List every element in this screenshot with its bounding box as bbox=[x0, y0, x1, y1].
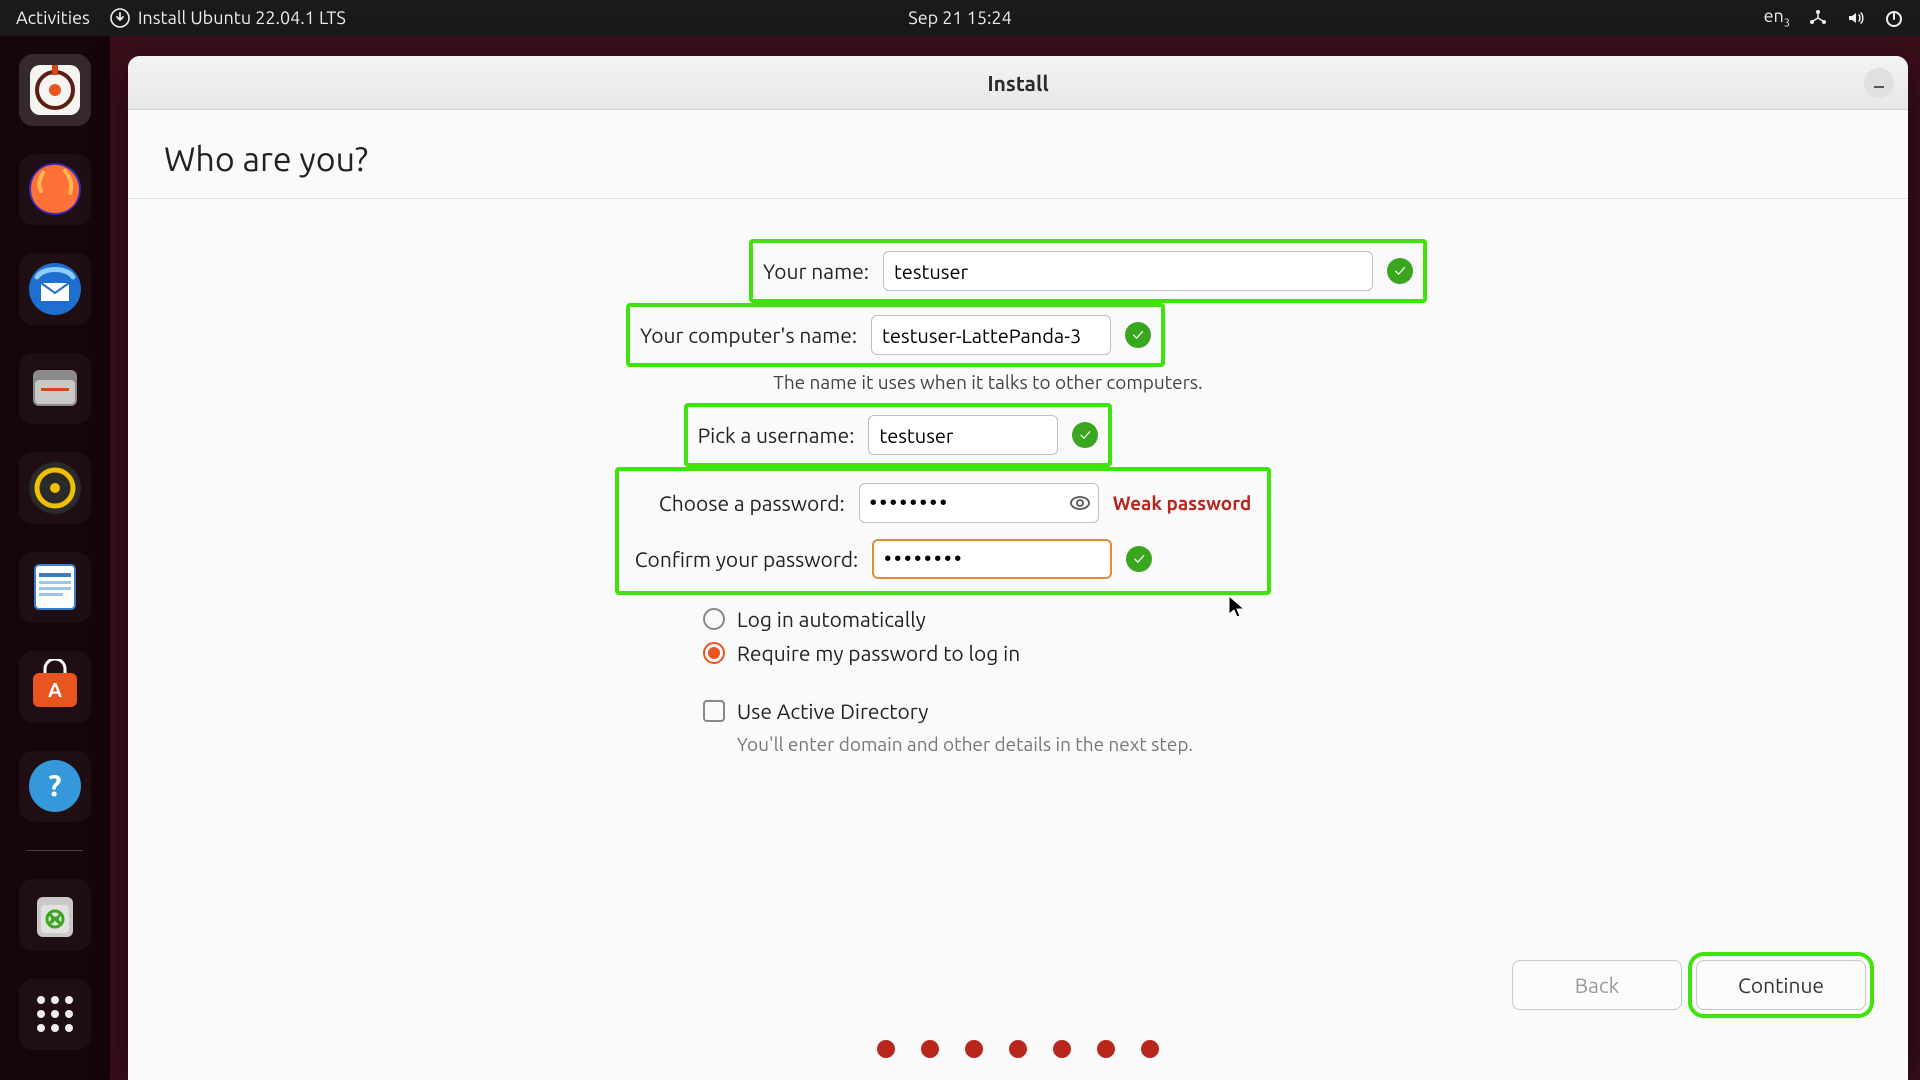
progress-dot bbox=[1053, 1040, 1071, 1058]
dock-firefox[interactable] bbox=[19, 154, 91, 226]
check-icon: ✓ bbox=[1126, 546, 1152, 572]
page-heading: Who are you? bbox=[164, 140, 1872, 178]
dock-help[interactable]: ? bbox=[19, 751, 91, 823]
titlebar[interactable]: Install bbox=[128, 56, 1908, 110]
active-directory-label: Use Active Directory bbox=[737, 699, 928, 723]
footer-buttons: Back Continue bbox=[164, 960, 1872, 1040]
radio-unselected-icon bbox=[703, 608, 725, 630]
progress-dot bbox=[877, 1040, 895, 1058]
progress-dot bbox=[965, 1040, 983, 1058]
download-icon bbox=[110, 8, 130, 28]
dock-app-grid[interactable] bbox=[19, 979, 91, 1051]
reveal-password-icon[interactable] bbox=[1067, 490, 1093, 516]
progress-dot bbox=[1009, 1040, 1027, 1058]
radio-selected-icon bbox=[703, 642, 725, 664]
your-name-input[interactable] bbox=[883, 251, 1373, 291]
top-panel: Activities Install Ubuntu 22.04.1 LTS Se… bbox=[0, 0, 1920, 36]
window-title: Install bbox=[987, 71, 1048, 95]
progress-dot bbox=[1097, 1040, 1115, 1058]
dock-ubiquity-installer[interactable] bbox=[19, 54, 91, 126]
check-icon: ✓ bbox=[1125, 322, 1151, 348]
dock: A ? bbox=[0, 36, 110, 1080]
confirm-password-label: Confirm your password: bbox=[635, 547, 859, 571]
current-app-indicator[interactable]: Install Ubuntu 22.04.1 LTS bbox=[110, 8, 346, 28]
your-name-label: Your name: bbox=[763, 259, 869, 283]
activities-button[interactable]: Activities bbox=[16, 8, 90, 28]
clock[interactable]: Sep 21 15:24 bbox=[908, 8, 1011, 28]
login-automatically-label: Log in automatically bbox=[737, 607, 926, 631]
dock-rhythmbox[interactable] bbox=[19, 452, 91, 524]
svg-text:A: A bbox=[48, 678, 62, 701]
continue-button[interactable]: Continue bbox=[1696, 960, 1866, 1010]
dock-files[interactable] bbox=[19, 353, 91, 425]
svg-text:?: ? bbox=[48, 768, 61, 802]
computer-name-hint: The name it uses when it talks to other … bbox=[773, 371, 1202, 393]
current-app-title: Install Ubuntu 22.04.1 LTS bbox=[138, 8, 346, 28]
minimize-button[interactable] bbox=[1864, 68, 1894, 98]
network-icon[interactable] bbox=[1808, 8, 1828, 28]
password-label: Choose a password: bbox=[635, 491, 845, 515]
dock-thunderbird[interactable] bbox=[19, 253, 91, 325]
active-directory-checkbox[interactable]: Use Active Directory bbox=[703, 699, 928, 723]
user-form: Your name: ✓ Your computer's name: ✓ The… bbox=[164, 239, 1872, 755]
require-password-label: Require my password to log in bbox=[737, 641, 1020, 665]
login-automatically-radio[interactable]: Log in automatically bbox=[703, 607, 926, 631]
checkbox-unchecked-icon bbox=[703, 700, 725, 722]
check-icon: ✓ bbox=[1072, 422, 1098, 448]
back-button[interactable]: Back bbox=[1512, 960, 1682, 1010]
progress-dots bbox=[164, 1040, 1872, 1080]
username-label: Pick a username: bbox=[698, 423, 855, 447]
username-input[interactable] bbox=[868, 415, 1058, 455]
active-directory-hint: You'll enter domain and other details in… bbox=[737, 733, 1193, 755]
dock-separator bbox=[27, 850, 83, 851]
check-icon: ✓ bbox=[1387, 258, 1413, 284]
require-password-radio[interactable]: Require my password to log in bbox=[703, 641, 1020, 665]
progress-dot bbox=[1141, 1040, 1159, 1058]
confirm-password-input[interactable] bbox=[872, 539, 1112, 579]
password-strength: Weak password bbox=[1113, 492, 1252, 514]
volume-icon[interactable] bbox=[1846, 8, 1866, 28]
heading-separator bbox=[128, 198, 1908, 199]
installer-window: Install Who are you? Your name: ✓ Your c… bbox=[128, 56, 1908, 1080]
computer-name-input[interactable] bbox=[871, 315, 1111, 355]
power-icon[interactable] bbox=[1884, 8, 1904, 28]
input-source-indicator[interactable]: en3 bbox=[1764, 6, 1790, 30]
dock-libreoffice-writer[interactable] bbox=[19, 552, 91, 624]
computer-name-label: Your computer's name: bbox=[640, 323, 857, 347]
dock-trash[interactable] bbox=[19, 879, 91, 951]
progress-dot bbox=[921, 1040, 939, 1058]
password-input[interactable] bbox=[859, 483, 1099, 523]
dock-software-center[interactable]: A bbox=[19, 651, 91, 723]
